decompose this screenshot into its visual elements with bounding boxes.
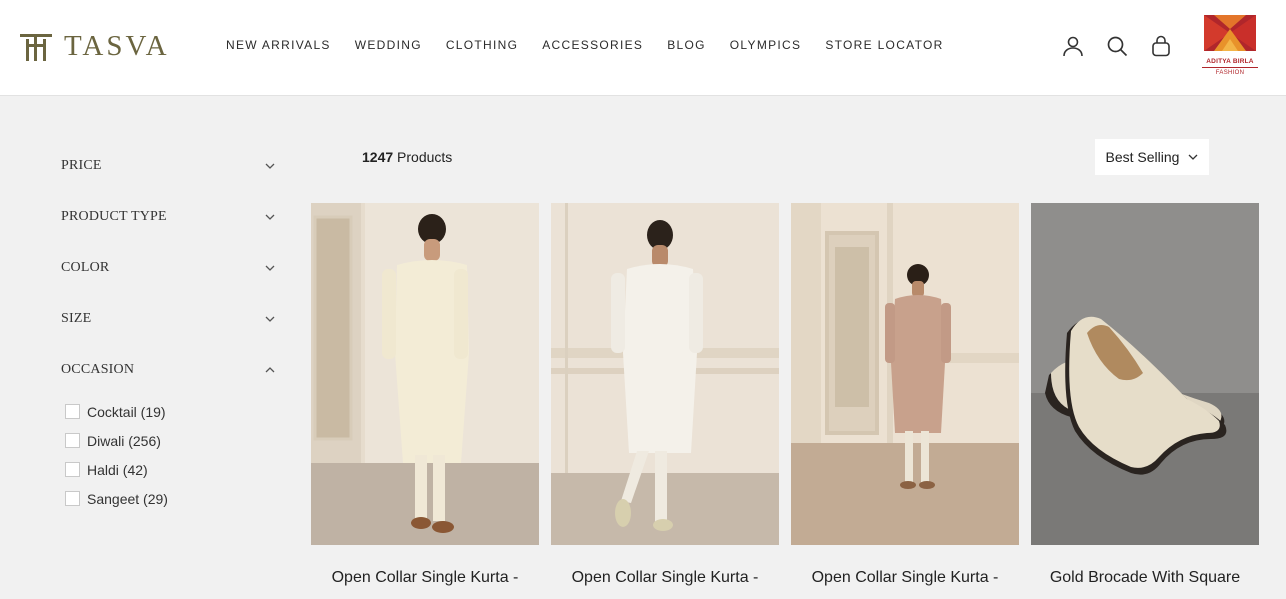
checkbox[interactable] — [65, 404, 80, 419]
occasion-options: Cocktail (19) Diwali (256) Haldi (42) Sa… — [61, 397, 277, 513]
product-card[interactable]: Open Collar Single Kurta - — [551, 203, 779, 587]
filter-label: PRODUCT TYPE — [61, 208, 167, 224]
product-card[interactable]: Open Collar Single Kurta - — [311, 203, 539, 587]
tasva-logo[interactable]: TASVA — [20, 31, 170, 61]
nav-store-locator[interactable]: STORE LOCATOR — [825, 38, 943, 52]
nav-accessories[interactable]: ACCESSORIES — [542, 38, 643, 52]
product-title[interactable]: Gold Brocade With Square — [1031, 569, 1259, 587]
product-count-number: 1247 — [362, 149, 394, 165]
brand-badge-sub: FASHION — [1215, 70, 1245, 76]
filter-label: SIZE — [61, 310, 92, 326]
nav-blog[interactable]: BLOG — [667, 38, 706, 52]
product-title[interactable]: Open Collar Single Kurta - — [311, 569, 539, 587]
filter-size[interactable]: SIZE — [61, 293, 277, 344]
main-nav: NEW ARRIVALS WEDDING CLOTHING ACCESSORIE… — [226, 38, 968, 52]
nav-wedding[interactable]: WEDDING — [355, 38, 422, 52]
checkbox[interactable] — [65, 433, 80, 448]
filter-label: COLOR — [61, 259, 110, 275]
checkbox[interactable] — [65, 462, 80, 477]
occasion-option-diwali[interactable]: Diwali (256) — [61, 426, 277, 455]
site-header: TASVA NEW ARRIVALS WEDDING CLOTHING ACCE… — [0, 0, 1286, 96]
product-count-suffix: Products — [393, 149, 453, 165]
product-title[interactable]: Open Collar Single Kurta - — [551, 569, 779, 587]
checkbox[interactable] — [65, 491, 80, 506]
product-image-brocade-loafers[interactable] — [1031, 203, 1259, 545]
chevron-down-icon — [1189, 154, 1198, 160]
filter-sidebar: PRICE PRODUCT TYPE COLOR SIZE OCCASION C… — [61, 140, 277, 513]
nav-new-arrivals[interactable]: NEW ARRIVALS — [226, 38, 331, 52]
logo-text: TASVA — [64, 30, 170, 62]
filter-label: PRICE — [61, 157, 102, 173]
filter-color[interactable]: COLOR — [61, 242, 277, 293]
chevron-up-icon — [265, 366, 275, 372]
chevron-down-icon — [265, 163, 275, 169]
aditya-birla-logo-icon — [1204, 15, 1256, 51]
occasion-option-sangeet[interactable]: Sangeet (29) — [61, 484, 277, 513]
nav-clothing[interactable]: CLOTHING — [446, 38, 518, 52]
nav-olympics[interactable]: OLYMPICS — [730, 38, 802, 52]
filter-price[interactable]: PRICE — [61, 140, 277, 191]
product-title[interactable]: Open Collar Single Kurta - — [791, 569, 1019, 587]
bag-icon[interactable] — [1150, 35, 1172, 57]
filter-product-type[interactable]: PRODUCT TYPE — [61, 191, 277, 242]
occasion-option-haldi[interactable]: Haldi (42) — [61, 455, 277, 484]
product-image-white-kurta[interactable] — [551, 203, 779, 545]
chevron-down-icon — [265, 265, 275, 271]
product-image-pink-kurta[interactable] — [791, 203, 1019, 545]
option-label: Cocktail (19) — [87, 403, 166, 420]
product-count: 1247 Products — [362, 149, 452, 165]
search-icon[interactable] — [1106, 35, 1128, 57]
occasion-option-cocktail[interactable]: Cocktail (19) — [61, 397, 277, 426]
filter-label: OCCASION — [61, 361, 135, 377]
product-card[interactable]: Open Collar Single Kurta - — [791, 203, 1019, 587]
aditya-birla-badge[interactable]: ADITYA BIRLA FASHION — [1202, 15, 1258, 79]
product-card[interactable]: Gold Brocade With Square — [1031, 203, 1259, 587]
option-label: Diwali (256) — [87, 432, 161, 449]
account-icon[interactable] — [1062, 35, 1084, 57]
sort-label: Best Selling — [1105, 149, 1180, 165]
option-label: Sangeet (29) — [87, 490, 168, 507]
product-image-cream-kurta[interactable] — [311, 203, 539, 545]
sort-dropdown[interactable]: Best Selling — [1095, 139, 1209, 175]
chevron-down-icon — [265, 316, 275, 322]
brand-badge-name: ADITYA BIRLA — [1202, 58, 1258, 68]
filter-occasion[interactable]: OCCASION — [61, 344, 277, 395]
chevron-down-icon — [265, 214, 275, 220]
tasva-logo-mark-icon — [20, 34, 52, 61]
option-label: Haldi (42) — [87, 461, 148, 478]
